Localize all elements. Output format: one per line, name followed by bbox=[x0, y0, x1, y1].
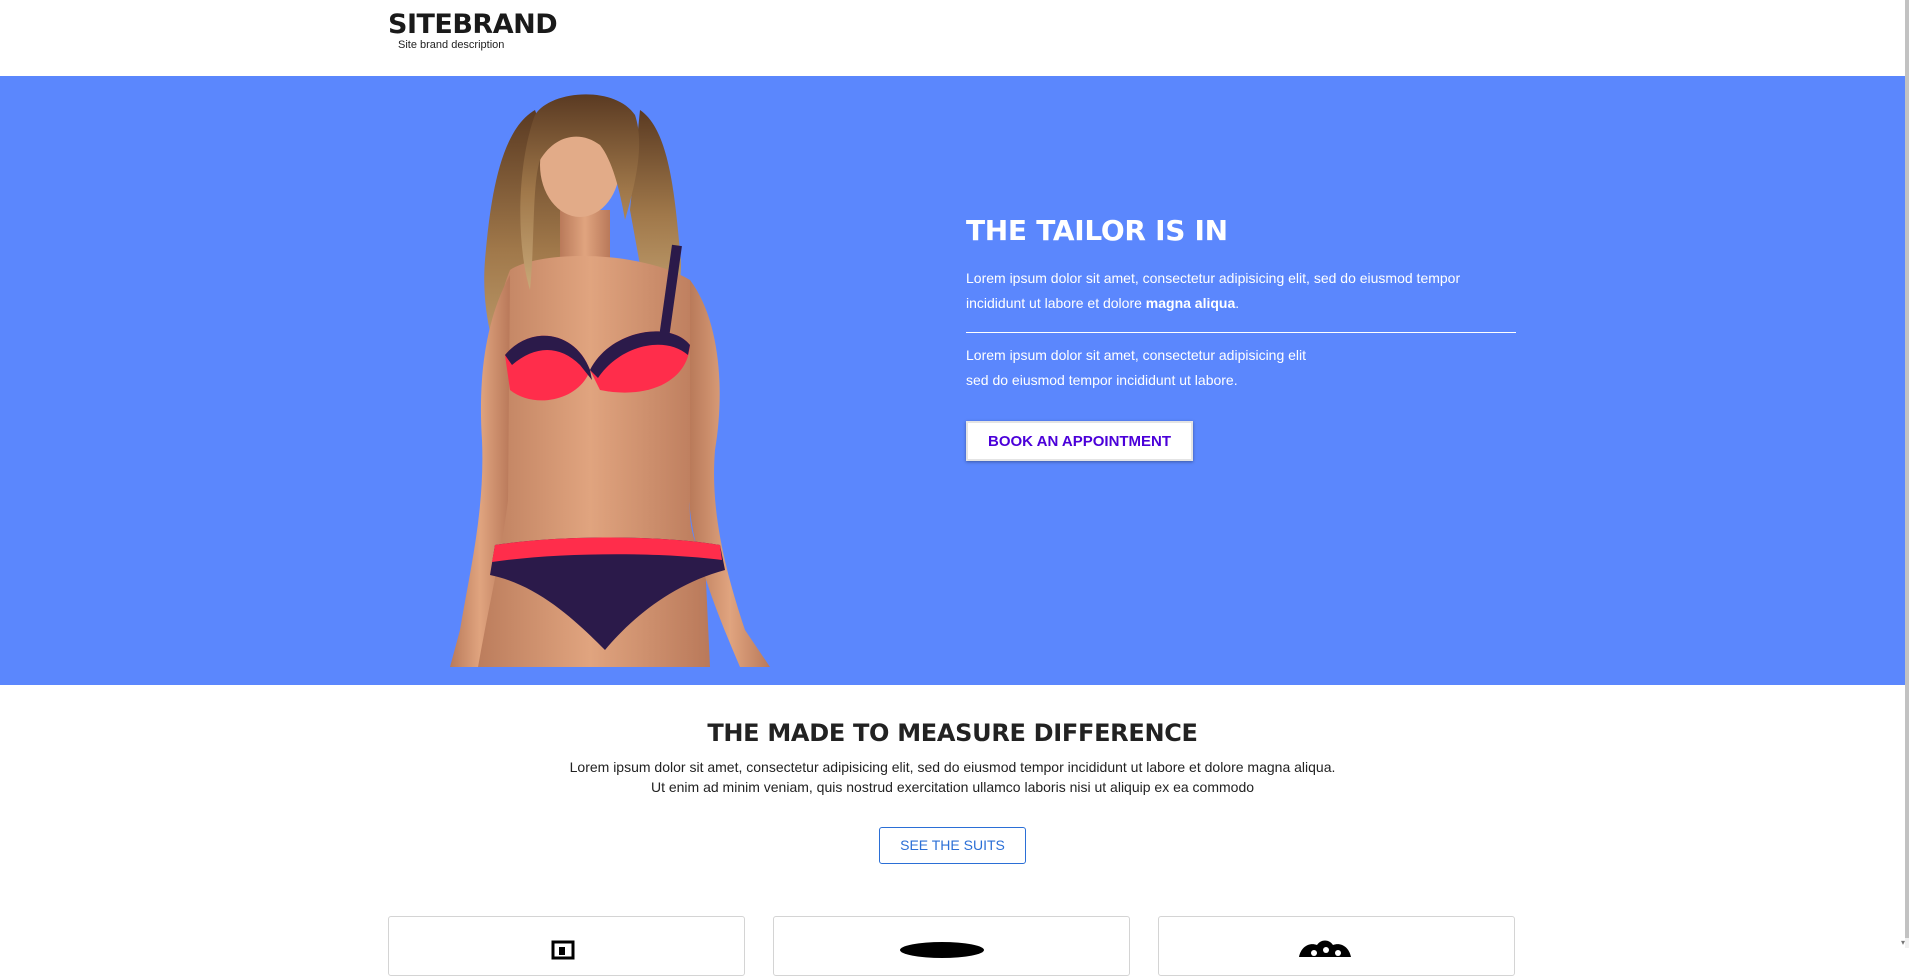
hero-paragraph-2-line1: Lorem ipsum dolor sit amet, consectetur … bbox=[966, 347, 1306, 363]
buttons-icon bbox=[1159, 917, 1515, 976]
hero-paragraph-1-end: . bbox=[1235, 295, 1239, 311]
hero-banner: THE TAILOR IS IN Lorem ipsum dolor sit a… bbox=[0, 76, 1905, 685]
hero-content: THE TAILOR IS IN Lorem ipsum dolor sit a… bbox=[966, 214, 1516, 461]
brand-title[interactable]: SITEBRAND bbox=[388, 10, 557, 40]
hero-paragraph-2: Lorem ipsum dolor sit amet, consectetur … bbox=[966, 343, 1346, 393]
hat-icon bbox=[774, 917, 1130, 976]
book-appointment-button[interactable]: BOOK AN APPOINTMENT bbox=[966, 421, 1193, 461]
see-the-suits-button[interactable]: SEE THE SUITS bbox=[879, 827, 1026, 864]
difference-line-1: Lorem ipsum dolor sit amet, consectetur … bbox=[0, 757, 1905, 777]
site-header: SITEBRAND Site brand description bbox=[0, 0, 1905, 76]
hero-divider bbox=[966, 332, 1516, 333]
model-image bbox=[440, 90, 780, 667]
feature-card[interactable] bbox=[1158, 916, 1515, 976]
hero-paragraph-1-bold: magna aliqua bbox=[1146, 295, 1235, 311]
feature-card[interactable] bbox=[388, 916, 745, 976]
hero-title: THE TAILOR IS IN bbox=[966, 214, 1516, 248]
scrollbar[interactable] bbox=[1905, 0, 1909, 948]
difference-title: THE MADE TO MEASURE DIFFERENCE bbox=[0, 719, 1905, 747]
hero-paragraph-2-line2: sed do eiusmod tempor incididunt ut labo… bbox=[966, 372, 1238, 388]
hero-paragraph-1: Lorem ipsum dolor sit amet, consectetur … bbox=[966, 266, 1516, 316]
difference-section: THE MADE TO MEASURE DIFFERENCE Lorem ips… bbox=[0, 685, 1905, 948]
scrollbar-thumb[interactable] bbox=[1905, 0, 1909, 938]
brand[interactable]: SITEBRAND Site brand description bbox=[388, 10, 557, 51]
scroll-down-arrow-icon[interactable]: ▾ bbox=[1897, 938, 1909, 948]
feature-card[interactable] bbox=[773, 916, 1130, 976]
brand-description: Site brand description bbox=[398, 39, 557, 51]
frame-icon bbox=[389, 917, 745, 976]
difference-line-2: Ut enim ad minim veniam, quis nostrud ex… bbox=[0, 777, 1905, 797]
